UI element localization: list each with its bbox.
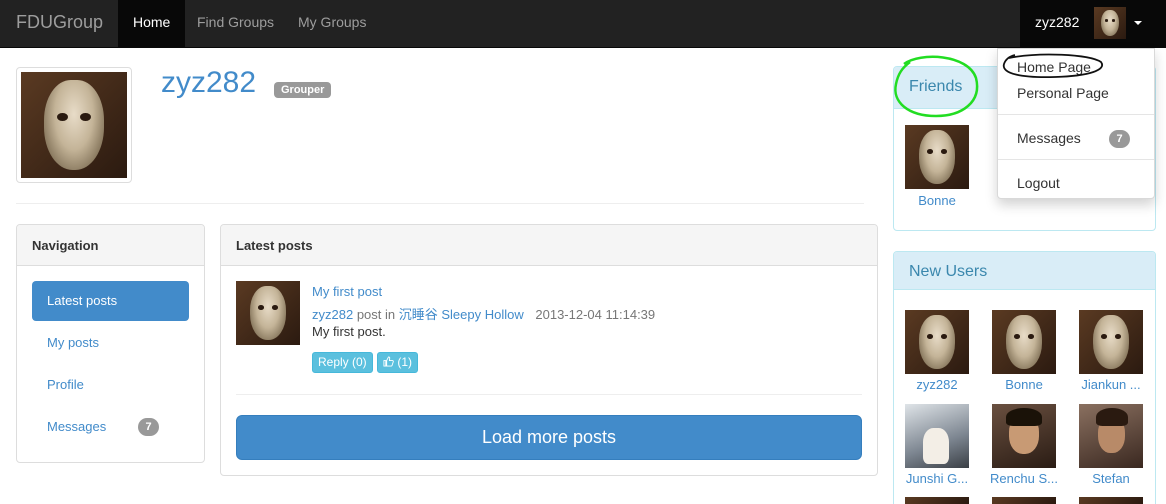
friend-name-link[interactable]: Bonne — [897, 193, 977, 208]
menu-item-home-page[interactable]: Home Page — [1017, 59, 1091, 75]
user-avatar[interactable] — [992, 310, 1056, 374]
profile-avatar — [21, 72, 127, 178]
user-avatar[interactable] — [992, 404, 1056, 468]
profile-name[interactable]: zyz282 — [161, 66, 256, 100]
latest-posts-title: Latest posts — [236, 238, 313, 253]
user-avatar[interactable] — [905, 497, 969, 504]
user-avatar[interactable] — [905, 404, 969, 468]
friends-title: Friends — [909, 78, 963, 95]
nav-home[interactable]: Home — [118, 0, 186, 47]
reply-button[interactable]: Reply (0) — [312, 352, 373, 373]
user-avatar[interactable] — [1079, 310, 1143, 374]
user-name-link[interactable]: Stefan — [1071, 471, 1151, 486]
post-group-link[interactable]: 沉睡谷 Sleepy Hollow — [399, 307, 524, 322]
panel-heading: Latest posts — [221, 225, 877, 266]
user-avatar[interactable] — [1079, 497, 1143, 504]
user-name-link[interactable]: Jiankun ... — [1071, 377, 1151, 392]
post-title-link[interactable]: My first post — [312, 284, 382, 299]
sidebar-item-latest-posts[interactable]: Latest posts — [32, 281, 189, 321]
menu-item-messages[interactable]: Messages — [1017, 130, 1081, 146]
sidebar-item-profile[interactable]: Profile — [32, 365, 189, 405]
divider — [236, 394, 862, 395]
brand-logo[interactable]: FDUGroup — [16, 12, 103, 33]
load-more-button[interactable]: Load more posts — [236, 415, 862, 460]
navbar-username: zyz282 — [1035, 14, 1080, 30]
navbar-avatar — [1094, 7, 1126, 39]
menu-item-logout[interactable]: Logout — [1017, 175, 1060, 191]
menu-divider — [998, 159, 1154, 160]
top-navbar: FDUGroup Home Find Groups My Groups zyz2… — [0, 0, 1166, 48]
post-timestamp: 2013-12-04 11:14:39 — [535, 307, 656, 322]
role-label: Grouper — [274, 82, 332, 98]
messages-count-badge: 7 — [138, 418, 159, 436]
post-body: My first post. — [312, 324, 386, 339]
user-menu-toggle[interactable]: zyz282 — [1020, 0, 1166, 47]
post-in-text: post in — [356, 307, 396, 322]
sidebar-item-my-posts[interactable]: My posts — [32, 323, 189, 363]
divider — [16, 203, 864, 204]
nav-my-groups[interactable]: My Groups — [283, 0, 381, 47]
user-dropdown-menu: Home Page Personal Page Messages 7 Logou… — [997, 48, 1155, 199]
profile-avatar-frame — [16, 67, 132, 183]
menu-messages-badge: 7 — [1109, 130, 1130, 148]
navigation-title: Navigation — [32, 238, 99, 253]
menu-divider — [998, 114, 1154, 115]
user-name-link[interactable]: zyz282 — [897, 377, 977, 392]
nav-find-groups[interactable]: Find Groups — [182, 0, 289, 47]
new-users-title: New Users — [909, 263, 988, 280]
post-author-link[interactable]: zyz282 — [312, 307, 353, 322]
user-name-link[interactable]: Junshi G... — [897, 471, 977, 486]
navigation-panel: Navigation Latest posts My posts Profile… — [16, 224, 205, 463]
friend-avatar-bonne[interactable] — [905, 125, 969, 189]
chevron-down-icon — [1134, 21, 1142, 25]
thumbs-up-icon — [383, 356, 394, 367]
post-meta: zyz282 post in 沉睡谷 Sleepy Hollow 2013-12… — [312, 304, 655, 323]
sidebar-item-messages[interactable]: Messages 7 — [32, 407, 189, 447]
user-avatar[interactable] — [1079, 404, 1143, 468]
like-button[interactable]: (1) — [377, 352, 419, 373]
panel-heading: Navigation — [17, 225, 204, 266]
user-avatar[interactable] — [905, 310, 969, 374]
user-name-link[interactable]: Renchu S... — [984, 471, 1064, 486]
sidebar-item-label: Messages — [47, 419, 107, 434]
like-count: (1) — [397, 355, 413, 369]
panel-heading: New Users — [894, 252, 1155, 290]
menu-item-personal-page[interactable]: Personal Page — [1017, 85, 1109, 101]
post-author-avatar[interactable] — [236, 281, 300, 345]
user-name-link[interactable]: Bonne — [984, 377, 1064, 392]
user-avatar[interactable] — [992, 497, 1056, 504]
